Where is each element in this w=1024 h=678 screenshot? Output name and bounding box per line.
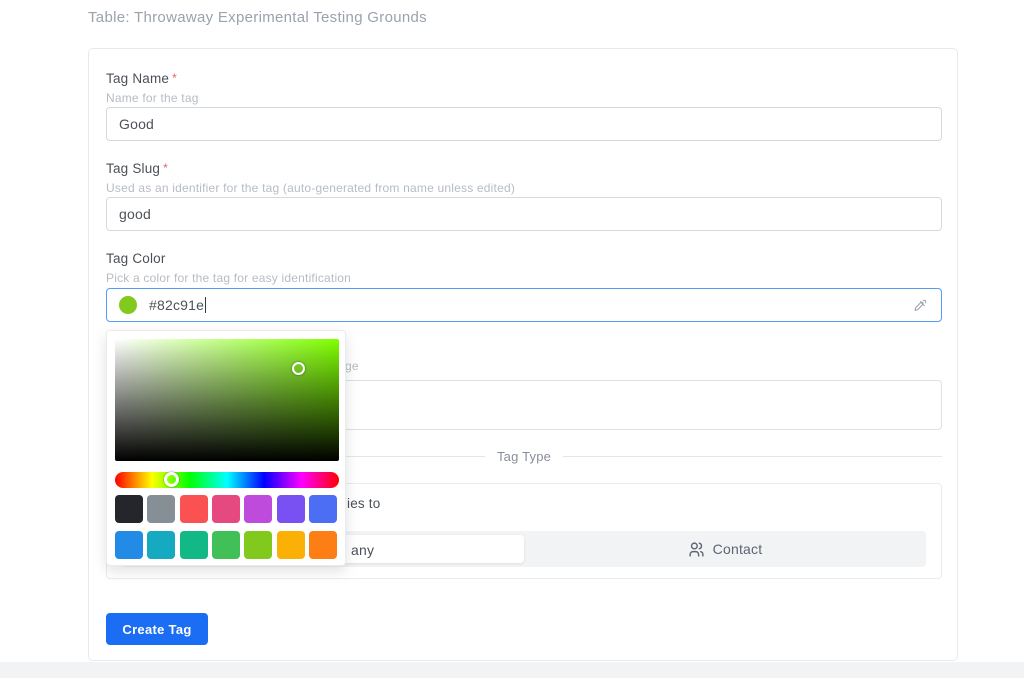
page-bottom-edge <box>0 662 1024 678</box>
create-tag-form-card: Tag Name * Name for the tag Good Tag Slug… <box>88 48 958 661</box>
color-swatch[interactable] <box>115 495 143 523</box>
divider-line-right <box>563 455 942 457</box>
hue-slider[interactable] <box>115 472 339 488</box>
selected-color-dot <box>119 296 137 314</box>
saturation-cursor[interactable] <box>292 362 305 375</box>
tag-name-input[interactable]: Good <box>106 107 942 141</box>
tag-name-label-text: Tag Name <box>106 71 170 86</box>
color-swatch[interactable] <box>179 531 208 559</box>
users-icon <box>688 541 705 558</box>
tag-slug-value: good <box>119 206 151 222</box>
tag-type-divider-label: Tag Type <box>496 448 552 464</box>
tag-color-helper: Pick a color for the tag for easy identi… <box>106 271 352 285</box>
tag-slug-input[interactable]: good <box>106 197 942 231</box>
hue-slider-thumb[interactable] <box>164 472 179 487</box>
tag-name-value: Good <box>119 116 155 132</box>
create-tag-button[interactable]: Create Tag <box>106 613 208 645</box>
color-swatch[interactable] <box>147 495 176 523</box>
tag-name-label: Tag Name * <box>106 71 177 86</box>
saturation-area[interactable] <box>115 339 339 461</box>
obscured-field-helper-fragment: ge <box>345 359 359 373</box>
color-swatch[interactable] <box>244 531 273 559</box>
page-title: Table: Throwaway Experimental Testing Gr… <box>88 9 427 26</box>
tag-color-input[interactable]: #82c91e <box>106 288 942 322</box>
color-picker-popup <box>106 330 346 566</box>
tag-slug-label: Tag Slug * <box>106 161 168 176</box>
swatch-row-1 <box>115 495 337 523</box>
page: Table: Throwaway Experimental Testing Gr… <box>0 0 1024 678</box>
text-caret <box>205 297 207 313</box>
required-asterisk: * <box>172 71 178 85</box>
tag-type-caption-fragment: ies to <box>347 496 381 511</box>
tag-color-value: #82c91e <box>149 297 205 313</box>
color-swatch[interactable] <box>276 495 305 523</box>
color-swatch[interactable] <box>147 531 176 559</box>
swatch-row-2 <box>115 531 337 559</box>
eyedropper-icon[interactable] <box>913 297 929 313</box>
color-swatch[interactable] <box>115 531 143 559</box>
active-option-label-fragment: any <box>351 542 375 558</box>
contact-option-label: Contact <box>712 541 763 557</box>
tag-slug-label-text: Tag Slug <box>106 161 161 176</box>
color-swatch[interactable] <box>244 495 273 523</box>
tag-color-label: Tag Color <box>106 251 166 266</box>
tag-name-helper: Name for the tag <box>106 91 199 105</box>
color-swatch[interactable] <box>211 531 240 559</box>
color-swatch[interactable] <box>179 495 208 523</box>
color-swatch[interactable] <box>276 531 305 559</box>
required-asterisk: * <box>163 161 169 175</box>
tag-slug-helper: Used as an identifier for the tag (auto-… <box>106 181 516 195</box>
segmented-option-contact[interactable]: Contact <box>524 531 926 567</box>
color-swatch[interactable] <box>211 495 240 523</box>
color-swatch[interactable] <box>308 495 337 523</box>
color-swatch[interactable] <box>308 531 337 559</box>
